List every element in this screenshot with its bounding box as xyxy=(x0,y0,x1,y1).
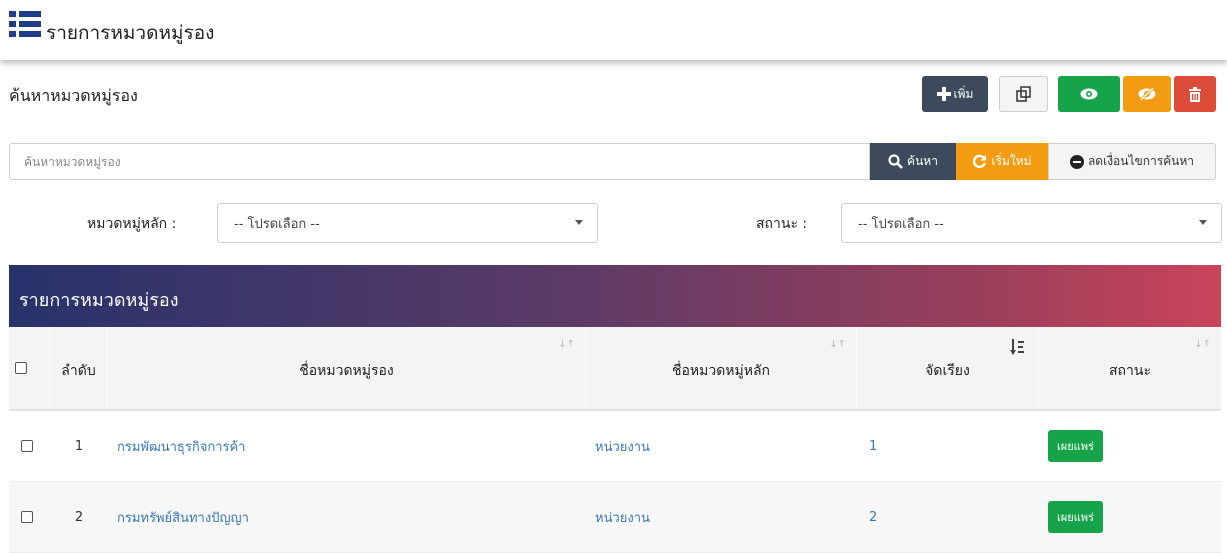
column-header-no[interactable]: ลำดับ xyxy=(50,327,108,409)
unpublish-button[interactable] xyxy=(1123,76,1171,112)
top-header: รายการหมวดหมู่รอง xyxy=(0,0,1227,60)
column-header-parent-label: ชื่อหมวดหมู่หลัก xyxy=(671,363,771,379)
status-select-value: -- โปรดเลือก -- xyxy=(858,216,944,232)
reset-button[interactable]: เริ่มใหม่ xyxy=(956,143,1048,180)
table-row: 1 กรมพัฒนาธุรกิจการค้า หน่วยงาน 1 เผยแพร… xyxy=(9,411,1221,482)
sort-icon: ↓↑ xyxy=(558,339,575,350)
table-caption: รายการหมวดหมู่รอง xyxy=(19,290,179,311)
search-button[interactable]: ค้นหา xyxy=(870,143,956,180)
row-no: 1 xyxy=(74,438,84,454)
reset-button-label: เริ่มใหม่ xyxy=(991,154,1032,168)
copy-button[interactable] xyxy=(999,76,1048,112)
table-caption-bar: รายการหมวดหมู่รอง xyxy=(9,265,1221,327)
eye-icon xyxy=(1080,88,1098,100)
search-icon xyxy=(888,154,903,169)
row-status-cell: เผยแพร่ xyxy=(1048,411,1103,481)
trash-icon xyxy=(1189,86,1201,102)
sort-icon: ↓↑ xyxy=(1194,339,1211,350)
chevron-down-icon xyxy=(575,220,583,225)
row-status-cell: เผยแพร่ xyxy=(1048,482,1103,552)
row-checkbox-cell xyxy=(21,482,33,552)
status-badge[interactable]: เผยแพร่ xyxy=(1048,501,1103,533)
search-input[interactable] xyxy=(9,143,870,180)
main-category-select-value: -- โปรดเลือก -- xyxy=(234,216,320,232)
row-parent-link[interactable]: หน่วยงาน xyxy=(595,482,650,552)
select-all-checkbox[interactable] xyxy=(15,362,27,374)
search-panel-title: ค้นหาหมวดหมู่รอง xyxy=(9,86,138,105)
row-checkbox-cell xyxy=(21,411,33,481)
copy-icon xyxy=(1015,86,1031,102)
sort-ascending-icon xyxy=(1010,339,1024,355)
column-header-parent[interactable]: ↓↑ ชื่อหมวดหมู่หลัก xyxy=(586,327,857,409)
refresh-icon xyxy=(973,154,987,169)
main-category-select[interactable]: -- โปรดเลือก -- xyxy=(217,203,598,243)
column-header-status[interactable]: ↓↑ สถานะ xyxy=(1039,327,1221,409)
select-all-header xyxy=(9,327,50,409)
search-button-label: ค้นหา xyxy=(907,154,938,168)
column-header-order[interactable]: จัดเรียง xyxy=(857,327,1039,409)
row-checkbox[interactable] xyxy=(21,511,33,523)
clear-filter-button-label: ลดเงื่อนไขการค้นหา xyxy=(1087,154,1195,168)
column-header-name[interactable]: ↓↑ ชื่อหมวดหมู่รอง xyxy=(108,327,586,409)
row-name-link[interactable]: กรมทรัพย์สินทางปัญญา xyxy=(117,482,249,552)
delete-button[interactable] xyxy=(1174,76,1216,112)
row-order-link[interactable]: 1 xyxy=(869,411,877,481)
list-icon xyxy=(9,11,41,37)
page-title: รายการหมวดหมู่รอง xyxy=(46,22,215,44)
add-button[interactable]: เพิ่ม xyxy=(922,76,988,112)
column-header-no-label: ลำดับ xyxy=(61,363,96,379)
column-header-name-label: ชื่อหมวดหมู่รอง xyxy=(299,363,394,379)
row-name-link[interactable]: กรมพัฒนาธุรกิจการค้า xyxy=(117,411,245,481)
publish-button[interactable] xyxy=(1058,76,1120,112)
row-no: 2 xyxy=(74,509,84,525)
table-head: ลำดับ ↓↑ ชื่อหมวดหมู่รอง ↓↑ ชื่อหมวดหมู่… xyxy=(9,327,1221,411)
main-category-label: หมวดหมู่หลัก : xyxy=(87,216,177,232)
column-header-order-label: จัดเรียง xyxy=(925,363,970,379)
clear-filter-button[interactable]: ลดเงื่อนไขการค้นหา xyxy=(1048,143,1216,180)
sort-icon: ↓↑ xyxy=(829,339,846,350)
chevron-down-icon xyxy=(1199,220,1207,225)
row-checkbox[interactable] xyxy=(21,440,33,452)
plus-icon xyxy=(936,87,951,101)
eye-slash-icon xyxy=(1138,87,1156,101)
minus-circle-icon xyxy=(1069,154,1084,169)
row-order-link[interactable]: 2 xyxy=(869,482,877,552)
status-badge[interactable]: เผยแพร่ xyxy=(1048,430,1103,462)
table-row: 2 กรมทรัพย์สินทางปัญญา หน่วยงาน 2 เผยแพร… xyxy=(9,482,1221,553)
column-header-status-label: สถานะ xyxy=(1109,363,1151,379)
status-select[interactable]: -- โปรดเลือก -- xyxy=(841,203,1222,243)
add-button-label: เพิ่ม xyxy=(953,86,974,101)
status-label: สถานะ : xyxy=(756,216,808,232)
row-parent-link[interactable]: หน่วยงาน xyxy=(595,411,650,481)
